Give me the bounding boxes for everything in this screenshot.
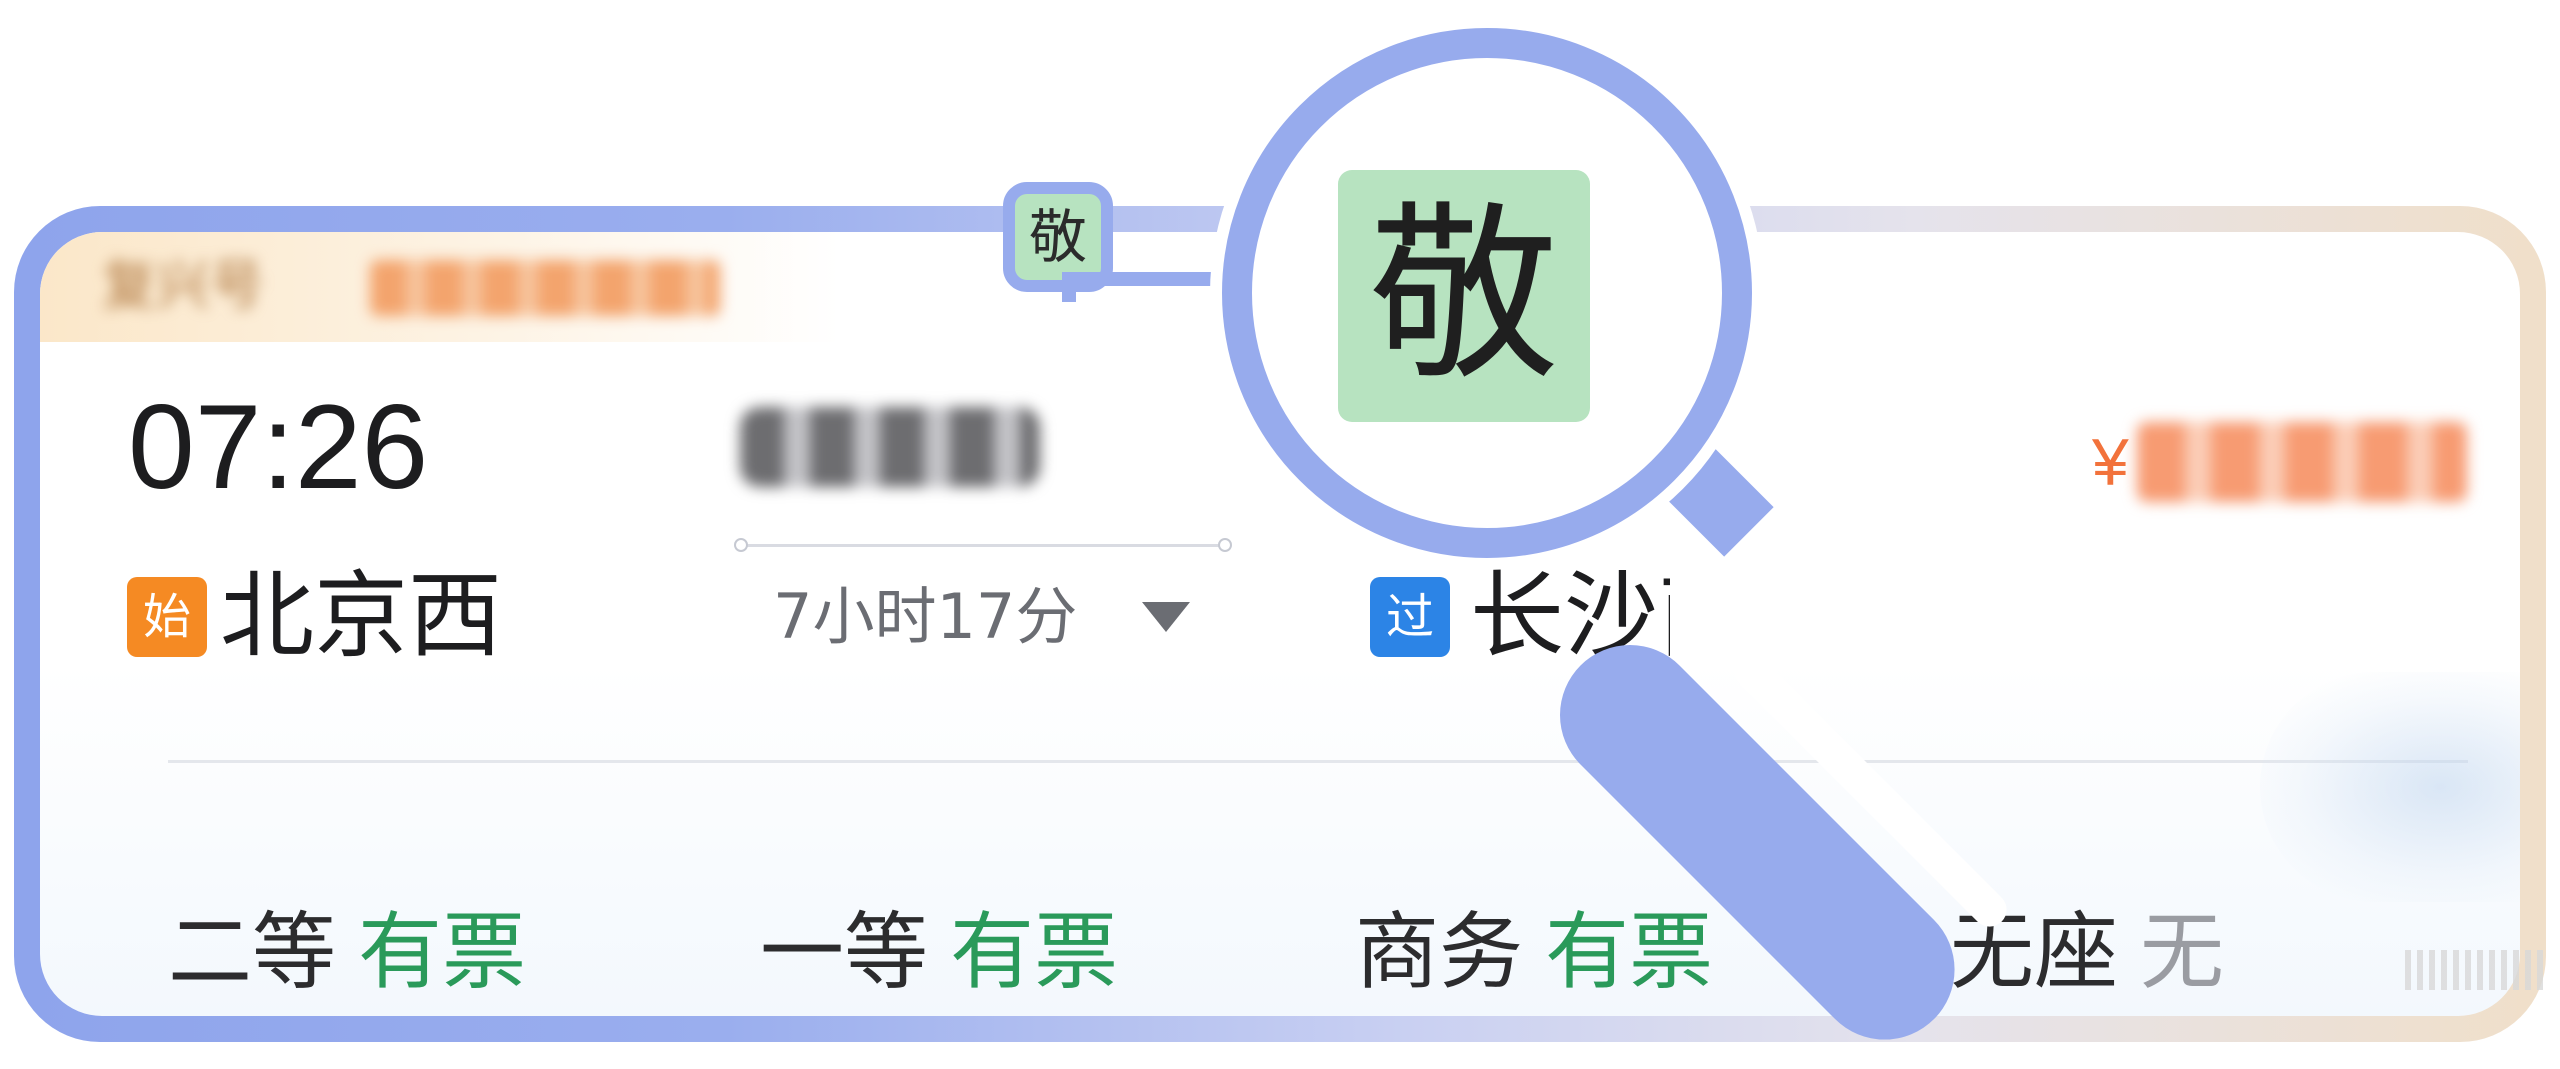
price-value-redacted [2136,422,2467,502]
seat-class-label: 一等 [760,903,929,1001]
train-header: 复兴号 [40,232,840,342]
seat-option-second-class[interactable]: 二等 有票 [168,902,526,1002]
departure-time: 07:26 [128,380,429,514]
seat-availability: 无 [2140,903,2225,1001]
watermark [2405,950,2545,990]
train-code-redacted [370,260,720,316]
start-station-badge: 始 [127,577,207,657]
route-end-dot [1218,538,1232,552]
seat-availability: 有票 [1545,903,1714,1001]
magnified-priority-tag: 敬 [1338,170,1590,422]
trip-duration[interactable]: 7小时17分 [773,577,1077,657]
seat-class-label: 商务 [1355,903,1524,1001]
ticket-price: ¥ [2092,412,2467,512]
decorative-cloud [2260,672,2520,902]
route-start-dot [734,538,748,552]
seat-option-first-class[interactable]: 一等 有票 [760,902,1118,1002]
divider [168,760,2468,763]
price-symbol: ¥ [2092,425,2129,499]
seat-availability: 有票 [950,903,1119,1001]
seat-availability: 有票 [358,903,527,1001]
train-number-redacted [740,407,1040,487]
seat-class-label: 二等 [168,903,337,1001]
route-line [740,544,1225,547]
chevron-down-icon[interactable] [1142,602,1190,632]
departure-station: 北京西 [220,562,503,671]
train-name: 复兴号 [102,254,264,317]
pass-station-badge: 过 [1370,577,1450,657]
seat-option-business-class[interactable]: 商务 有票 [1355,902,1713,1002]
